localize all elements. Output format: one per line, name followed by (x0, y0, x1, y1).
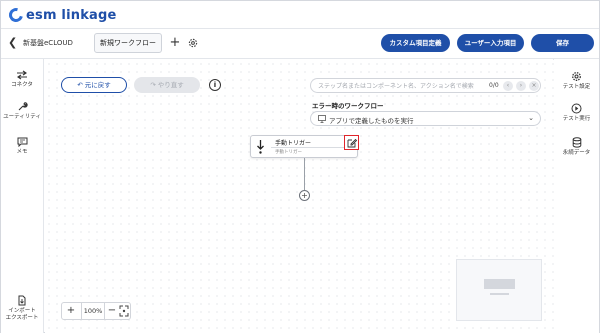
connector-arrows-icon (17, 70, 27, 80)
sidebar-item-label: テスト実行 (562, 116, 591, 122)
trigger-down-arrow-icon (257, 140, 264, 154)
sidebar-item-label-export: エクスポート (5, 315, 39, 321)
undo-button[interactable]: ↶ 元に戻す (61, 77, 127, 93)
add-step-plus-icon[interactable]: + (299, 190, 310, 201)
minimap-node (484, 279, 515, 289)
undo-icon: ↶ (77, 81, 85, 89)
node-divider (271, 147, 346, 148)
undo-label: 元に戻す (84, 81, 111, 89)
esm-linkage-logo: esm linkage (6, 5, 117, 25)
zoom-out-minus-icon[interactable]: − (106, 304, 118, 318)
wrench-icon (18, 102, 28, 111)
node-connector-line (304, 158, 305, 191)
sidebar-item-label: ユーティリティ (3, 114, 41, 120)
search-next-icon[interactable]: › (516, 81, 526, 91)
user-input-fields-button[interactable]: ユーザー入力項目 (457, 34, 524, 52)
tab-settings-gear-icon[interactable] (187, 35, 199, 51)
info-icon[interactable]: i (209, 79, 221, 91)
app-window: esm linkage ❮ 新基盤eCLOUD 新規ワークフロー + カスタム項… (0, 0, 600, 333)
error-workflow-select[interactable]: アプリで定義したものを実行 ⌄ (310, 111, 541, 126)
gear-icon (572, 72, 581, 81)
sidebar-item-connector[interactable]: コネクタ (1, 70, 43, 89)
sidebar-item-label: テスト設定 (562, 84, 591, 90)
brand-bar: esm linkage (1, 1, 599, 29)
memo-icon (17, 137, 27, 147)
node-title: 手動トリガー (275, 140, 312, 147)
sidebar-item-test-run[interactable]: テスト実行 (554, 103, 599, 123)
database-icon (572, 137, 581, 148)
search-prev-icon[interactable]: ‹ (503, 81, 513, 91)
add-tab-plus-icon[interactable]: + (169, 34, 181, 52)
custom-fields-button[interactable]: カスタム項目定義 (381, 34, 450, 52)
file-import-icon (18, 295, 26, 306)
sidebar-item-label: メモ (16, 149, 28, 155)
step-search-box: 0/0 ‹ › × (310, 78, 541, 93)
logo-text: esm linkage (26, 7, 117, 23)
tab-new-workflow[interactable]: 新規ワークフロー (94, 33, 162, 53)
sidebar-item-label: 永続データ (562, 150, 591, 156)
zoom-in-plus-icon[interactable]: + (65, 304, 77, 318)
node-subtitle: 手動トリガー (275, 150, 302, 155)
search-close-icon[interactable]: × (529, 81, 539, 91)
workflow-toolbar: ❮ 新基盤eCLOUD 新規ワークフロー + カスタム項目定義 ユーザー入力項目… (1, 29, 599, 59)
left-sidebar: コネクタ ユーティリティ メモ インポート エクスポート (1, 59, 44, 333)
play-icon (571, 103, 582, 114)
chevron-down-icon: ⌄ (528, 114, 534, 122)
manual-trigger-node[interactable]: 手動トリガー 手動トリガー (250, 135, 358, 158)
sidebar-item-memo[interactable]: メモ (1, 137, 43, 156)
sidebar-item-import-export[interactable]: インポート エクスポート (1, 295, 43, 322)
zoom-level: 100% (81, 303, 105, 319)
logo-mark-icon (6, 5, 26, 25)
redo-icon: ↷ (150, 81, 158, 89)
monitor-icon (318, 115, 326, 123)
step-search-input[interactable] (318, 81, 483, 91)
sidebar-item-test-settings[interactable]: テスト設定 (554, 71, 599, 91)
node-edit-button[interactable] (344, 135, 359, 150)
sidebar-item-utility[interactable]: ユーティリティ (1, 101, 43, 121)
sidebar-item-persistent-data[interactable]: 永続データ (554, 137, 599, 157)
canvas-minimap[interactable] (456, 259, 542, 321)
minimap-connector (490, 293, 509, 295)
redo-label: やり直す (157, 81, 184, 89)
save-button[interactable]: 保存 (531, 34, 594, 52)
edit-pencil-icon (347, 138, 357, 147)
right-sidebar: テスト設定 テスト実行 永続データ (553, 59, 599, 333)
sidebar-item-label: コネクタ (11, 82, 33, 88)
fit-to-screen-icon[interactable] (119, 305, 129, 317)
error-workflow-selected: アプリで定義したものを実行 (329, 117, 414, 125)
redo-button[interactable]: ↷ やり直す (134, 77, 200, 93)
back-chevron-icon[interactable]: ❮ (8, 37, 18, 49)
sidebar-item-label-import: インポート (8, 308, 36, 314)
search-result-count: 0/0 (489, 82, 499, 89)
zoom-controls: + 100% − (61, 302, 131, 320)
error-workflow-label: エラー時のワークフロー (312, 102, 384, 110)
folder-name[interactable]: 新基盤eCLOUD (23, 38, 73, 48)
